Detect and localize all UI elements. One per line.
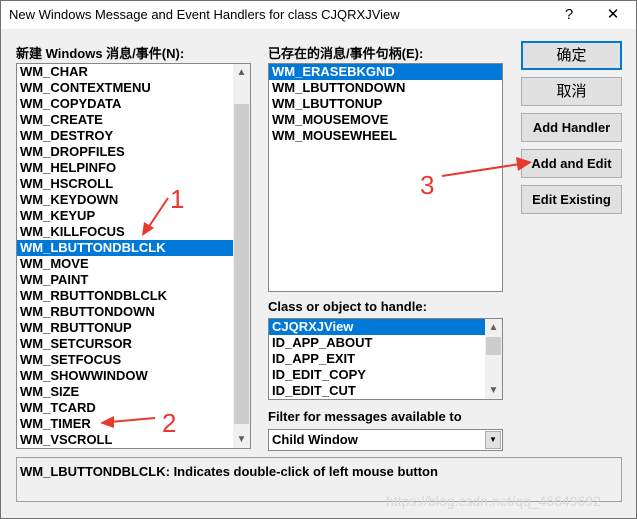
- arrow-2-head: [100, 416, 114, 428]
- arrow-3: [441, 163, 521, 177]
- annotation-3: 3: [420, 170, 435, 200]
- arrow-2: [109, 417, 156, 423]
- arrow-3-head: [516, 157, 532, 171]
- annotation-arrows: [100, 157, 532, 428]
- annotation-1: 1: [170, 184, 185, 214]
- arrow-1: [147, 197, 169, 229]
- annotation-2: 2: [162, 408, 177, 438]
- arrow-1-head: [142, 222, 154, 236]
